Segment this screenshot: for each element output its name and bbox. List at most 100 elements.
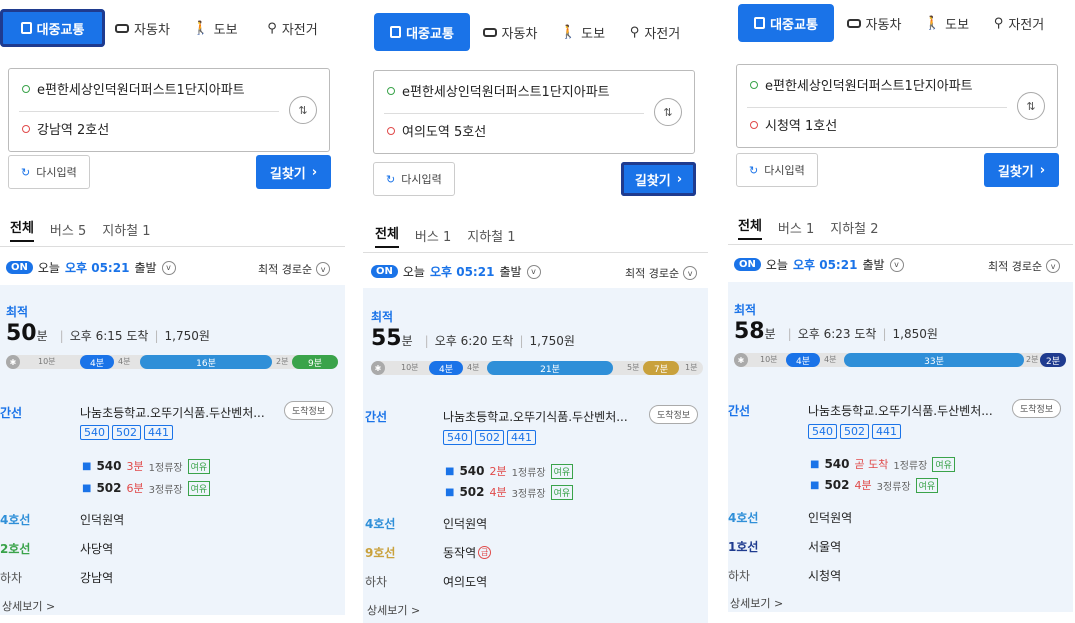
sort-selector[interactable]: 최적 경로순 v <box>258 261 331 277</box>
subway-line1-segment: 2분 <box>1040 353 1066 367</box>
bus-arrival-row: ■ 540 2분 1정류장 여유 <box>445 463 574 479</box>
detail-link[interactable]: 상세보기 > <box>2 598 55 614</box>
sort-selector[interactable]: 최적 경로순 v <box>988 258 1061 274</box>
mode-transit-tab[interactable]: 대중교통 <box>738 4 834 42</box>
origin-field[interactable]: e편한세상인덕원더퍼스트1단지아파트 <box>387 81 610 100</box>
tab-subway[interactable]: 지하철 1 <box>102 220 150 239</box>
tab-bus[interactable]: 버스 5 <box>50 220 86 239</box>
mode-walk-tab[interactable]: 🚶 도보 <box>180 9 250 47</box>
result-tabs: 전체 버스 1 지하철 1 <box>363 220 708 250</box>
destination-field[interactable]: 강남역 2호선 <box>22 119 109 138</box>
tab-all[interactable]: 전체 <box>10 217 34 242</box>
walk-icon: 🚶 <box>192 20 209 36</box>
tab-subway[interactable]: 지하철 1 <box>467 226 515 245</box>
tab-subway[interactable]: 지하철 2 <box>830 218 878 237</box>
bus-arrival-row: ■ 502 4분 3정류장 여유 <box>445 484 574 500</box>
swap-icon[interactable]: ⇅ <box>289 96 317 124</box>
leg-bus-stop[interactable]: 나눔초등학교.오뚜기식품.두산벤처... <box>443 408 628 425</box>
leg-subway-2: 2호선 <box>0 542 31 556</box>
reset-button[interactable]: ↻ 다시입력 <box>8 155 90 189</box>
leg-station: 강남역 <box>80 571 114 585</box>
route-chip[interactable]: 502 <box>475 430 504 445</box>
arrival-info-button[interactable]: 도착정보 <box>649 405 699 424</box>
mode-bike-tab[interactable]: ⚲ 자전거 <box>250 9 335 47</box>
bus-icon: ■ <box>810 479 820 491</box>
tab-all[interactable]: 전체 <box>375 223 399 248</box>
mode-car-tab[interactable]: 자동차 <box>834 4 914 42</box>
mode-car-tab[interactable]: 자동차 <box>105 9 180 47</box>
reset-button[interactable]: ↻ 다시입력 <box>373 162 455 196</box>
mode-transit-tab[interactable]: 대중교통 <box>0 9 105 47</box>
leg-bus-stop[interactable]: 나눔초등학교.오뚜기식품.두산벤처... <box>80 404 265 421</box>
result-tabs: 전체 버스 1 지하철 2 <box>728 212 1073 242</box>
route-number-chips: 540 502 441 <box>808 424 904 439</box>
search-route-button[interactable]: 길찾기 › <box>621 162 696 196</box>
bus-icon: ■ <box>82 482 92 494</box>
route-chip[interactable]: 540 <box>443 430 472 445</box>
mode-bike-tab[interactable]: ⚲ 자전거 <box>615 13 695 51</box>
leg-subway-4: 4호선 <box>0 513 31 527</box>
route-chip[interactable]: 441 <box>144 425 173 440</box>
bike-icon: ⚲ <box>629 24 640 40</box>
mode-walk-tab[interactable]: 🚶 도보 <box>914 4 979 42</box>
departure-time-selector[interactable]: ON 오늘 오후 05:21 출발 v <box>734 256 904 273</box>
leg-bus-stop[interactable]: 나눔초등학교.오뚜기식품.두산벤처... <box>808 402 993 419</box>
route-input-box: e편한세상인덕원더퍼스트1단지아파트 여의도역 5호선 ⇅ <box>373 70 695 154</box>
route-chip[interactable]: 441 <box>872 424 901 439</box>
leg-subway-4: 4호선 <box>365 517 396 531</box>
route-timeline-bar: ✱ 10분 4분 4분 21분 5분 7분 1분 <box>371 361 703 375</box>
mode-walk-tab[interactable]: 🚶 도보 <box>550 13 615 51</box>
route-summary: 58 분 | 오후 6:23 도착 | 1,850원 <box>734 319 938 344</box>
swap-icon[interactable]: ⇅ <box>654 98 682 126</box>
route-panel-2: 대중교통 자동차 🚶 도보 ⚲ 자전거 e편한세상인덕원더퍼스트1단지아파트 여의도… <box>363 0 708 623</box>
detail-link[interactable]: 상세보기 > <box>730 595 783 611</box>
departure-time-selector[interactable]: ON 오늘 오후 05:21 출발 v <box>6 259 176 276</box>
origin-dot-icon <box>750 80 758 89</box>
car-icon <box>482 27 497 37</box>
refresh-icon: ↻ <box>386 172 396 186</box>
detail-link[interactable]: 상세보기 > <box>367 602 420 618</box>
mode-transit-tab[interactable]: 대중교통 <box>374 13 470 51</box>
mode-bike-tab[interactable]: ⚲ 자전거 <box>979 4 1059 42</box>
tab-all[interactable]: 전체 <box>738 215 762 240</box>
route-chip[interactable]: 441 <box>507 430 536 445</box>
subway-line4-segment: 33분 <box>844 353 1024 367</box>
search-route-button[interactable]: 길찾기 › <box>984 153 1059 187</box>
bus-arrival-row: ■ 502 4분 3정류장 여유 <box>810 477 939 493</box>
chevron-down-icon: v <box>161 260 176 275</box>
swap-icon[interactable]: ⇅ <box>1017 92 1045 120</box>
destination-field[interactable]: 시청역 1호선 <box>750 115 837 134</box>
destination-dot-icon <box>387 126 395 135</box>
departure-time-selector[interactable]: ON 오늘 오후 05:21 출발 v <box>371 263 541 280</box>
subway-line4-segment: 21분 <box>487 361 613 375</box>
tab-bus[interactable]: 버스 1 <box>778 218 814 237</box>
chevron-down-icon: v <box>683 266 698 280</box>
origin-field[interactable]: e편한세상인덕원더퍼스트1단지아파트 <box>750 75 973 94</box>
subway-line2-segment: 9분 <box>292 355 338 369</box>
walk-icon: 🚶 <box>559 24 577 40</box>
reset-button[interactable]: ↻ 다시입력 <box>736 153 818 187</box>
origin-dot-icon <box>387 86 395 95</box>
mode-car-tab[interactable]: 자동차 <box>470 13 550 51</box>
search-route-button[interactable]: 길찾기 › <box>256 155 331 189</box>
route-chip[interactable]: 540 <box>80 425 109 440</box>
transport-mode-tabs: 대중교통 자동차 🚶 도보 ⚲ 자전거 <box>0 8 345 48</box>
destination-field[interactable]: 여의도역 5호선 <box>387 121 486 140</box>
route-chip[interactable]: 502 <box>840 424 869 439</box>
refresh-icon: ↻ <box>21 165 31 179</box>
bus-icon: ■ <box>810 458 820 470</box>
origin-dot-icon <box>22 84 30 93</box>
bus-icon <box>20 22 32 34</box>
arrival-info-button[interactable]: 도착정보 <box>284 401 334 420</box>
sort-selector[interactable]: 최적 경로순 v <box>625 265 698 281</box>
route-number-chips: 540 502 441 <box>80 425 176 440</box>
tab-bus[interactable]: 버스 1 <box>415 226 451 245</box>
best-route-label: 최적 <box>371 310 394 324</box>
route-chip[interactable]: 502 <box>112 425 141 440</box>
chevron-down-icon: v <box>889 257 904 272</box>
origin-field[interactable]: e편한세상인덕원더퍼스트1단지아파트 <box>22 79 245 98</box>
bike-icon: ⚲ <box>267 20 277 36</box>
route-chip[interactable]: 540 <box>808 424 837 439</box>
arrival-info-button[interactable]: 도착정보 <box>1012 399 1062 418</box>
route-panel-3: 대중교통 자동차 🚶 도보 ⚲ 자전거 e편한세상인덕원더퍼스트1단지아파트 시청역… <box>728 0 1073 623</box>
